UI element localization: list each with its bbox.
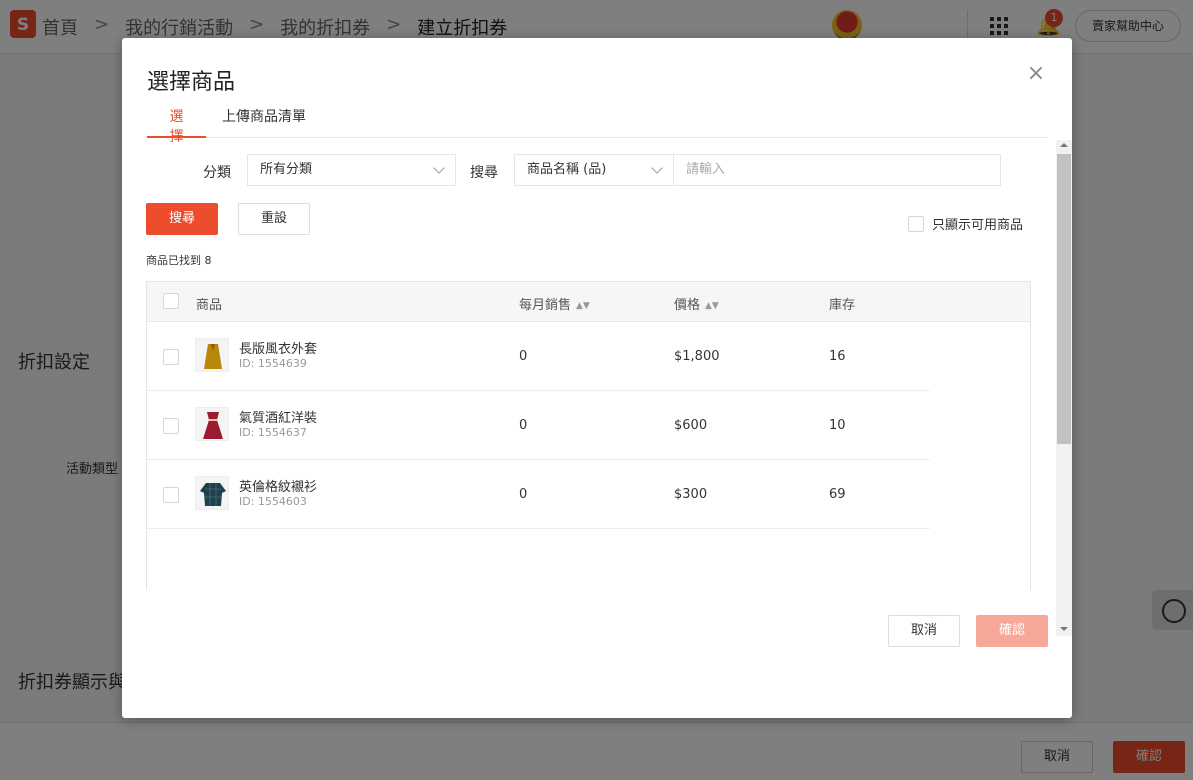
monthly-sales: 0 xyxy=(519,418,528,433)
table-row[interactable]: 長版風衣外套 ID: 1554639 0 $1,800 16 xyxy=(147,322,930,391)
table-row[interactable]: 氣質酒紅洋裝 ID: 1554637 0 $600 10 xyxy=(147,391,930,460)
tab-upload-list[interactable]: 上傳商品清單 xyxy=(222,106,306,138)
header-price[interactable]: 價格 ▲▼ xyxy=(674,294,719,313)
tab-select[interactable]: 選擇 xyxy=(147,106,206,145)
monthly-sales: 0 xyxy=(519,349,528,364)
select-all-checkbox[interactable] xyxy=(163,293,179,309)
modal-cancel-button[interactable]: 取消 xyxy=(888,615,960,647)
category-label: 分類 xyxy=(203,165,231,181)
only-available-checkbox[interactable] xyxy=(908,215,924,232)
chevron-down-icon xyxy=(651,162,663,174)
row-checkbox[interactable] xyxy=(163,418,179,434)
price: $600 xyxy=(674,418,708,433)
price: $300 xyxy=(674,487,708,502)
product-name: 長版風衣外套 xyxy=(239,342,318,357)
header-stock: 庫存 xyxy=(829,298,856,313)
only-available-toggle[interactable]: 只顯示可用商品 xyxy=(908,214,1023,233)
only-available-label: 只顯示可用商品 xyxy=(932,218,1024,233)
product-table: 商品 每月銷售 ▲▼ 價格 ▲▼ 庫存 長版風衣外套 ID: 1554639 0 $… xyxy=(146,281,1031,590)
tab-bar: 選擇 上傳商品清單 xyxy=(146,100,1048,145)
search-button[interactable]: 搜尋 xyxy=(146,203,218,235)
shirt-image xyxy=(195,476,229,510)
search-input[interactable]: 請輸入 xyxy=(674,154,1001,186)
product-id: ID: 1554637 xyxy=(239,426,307,439)
header-price-label: 價格 xyxy=(674,298,701,313)
sort-icon[interactable]: ▲▼ xyxy=(576,301,590,311)
select-products-modal: 選擇商品 × 選擇 上傳商品清單 分類 所有分類 搜尋 商品名稱 (品) 請輸入… xyxy=(122,38,1072,718)
sort-icon[interactable]: ▲▼ xyxy=(705,301,719,311)
product-name: 英倫格紋襯衫 xyxy=(239,480,318,495)
stock: 16 xyxy=(829,349,846,364)
category-select[interactable]: 所有分類 xyxy=(247,154,456,186)
header-product: 商品 xyxy=(196,298,223,313)
coat-image xyxy=(195,338,229,372)
close-icon[interactable]: × xyxy=(1026,63,1046,85)
table-row[interactable]: 英倫格紋襯衫 ID: 1554603 0 $300 69 xyxy=(147,460,930,529)
product-id: ID: 1554603 xyxy=(239,495,307,508)
table-header: 商品 每月銷售 ▲▼ 價格 ▲▼ 庫存 xyxy=(147,282,1030,322)
header-monthly-sales-label: 每月銷售 xyxy=(519,298,572,313)
chevron-down-icon xyxy=(433,162,445,174)
scroll-down-icon[interactable] xyxy=(1060,627,1068,631)
modal-body: 分類 所有分類 搜尋 商品名稱 (品) 請輸入 搜尋 重設 只顯示可用商品 商品… xyxy=(122,140,1072,590)
stock: 69 xyxy=(829,487,846,502)
found-count: 商品已找到 8 xyxy=(146,254,212,267)
search-label: 搜尋 xyxy=(470,165,498,181)
row-checkbox[interactable] xyxy=(163,349,179,365)
monthly-sales: 0 xyxy=(519,487,528,502)
price: $1,800 xyxy=(674,349,720,364)
scroll-up-icon[interactable] xyxy=(1060,143,1068,147)
stock: 10 xyxy=(829,418,846,433)
reset-button[interactable]: 重設 xyxy=(238,203,310,235)
product-id: ID: 1554639 xyxy=(239,357,307,370)
search-field-value: 商品名稱 (品) xyxy=(527,162,607,177)
category-select-value: 所有分類 xyxy=(260,162,313,177)
dress-image xyxy=(195,407,229,441)
modal-title: 選擇商品 xyxy=(147,70,236,95)
header-monthly-sales[interactable]: 每月銷售 ▲▼ xyxy=(519,294,590,313)
search-field-select[interactable]: 商品名稱 (品) xyxy=(514,154,674,186)
product-name: 氣質酒紅洋裝 xyxy=(239,411,318,426)
modal-confirm-button[interactable]: 確認 xyxy=(976,615,1048,647)
scrollbar-thumb[interactable] xyxy=(1057,154,1071,444)
row-checkbox[interactable] xyxy=(163,487,179,503)
